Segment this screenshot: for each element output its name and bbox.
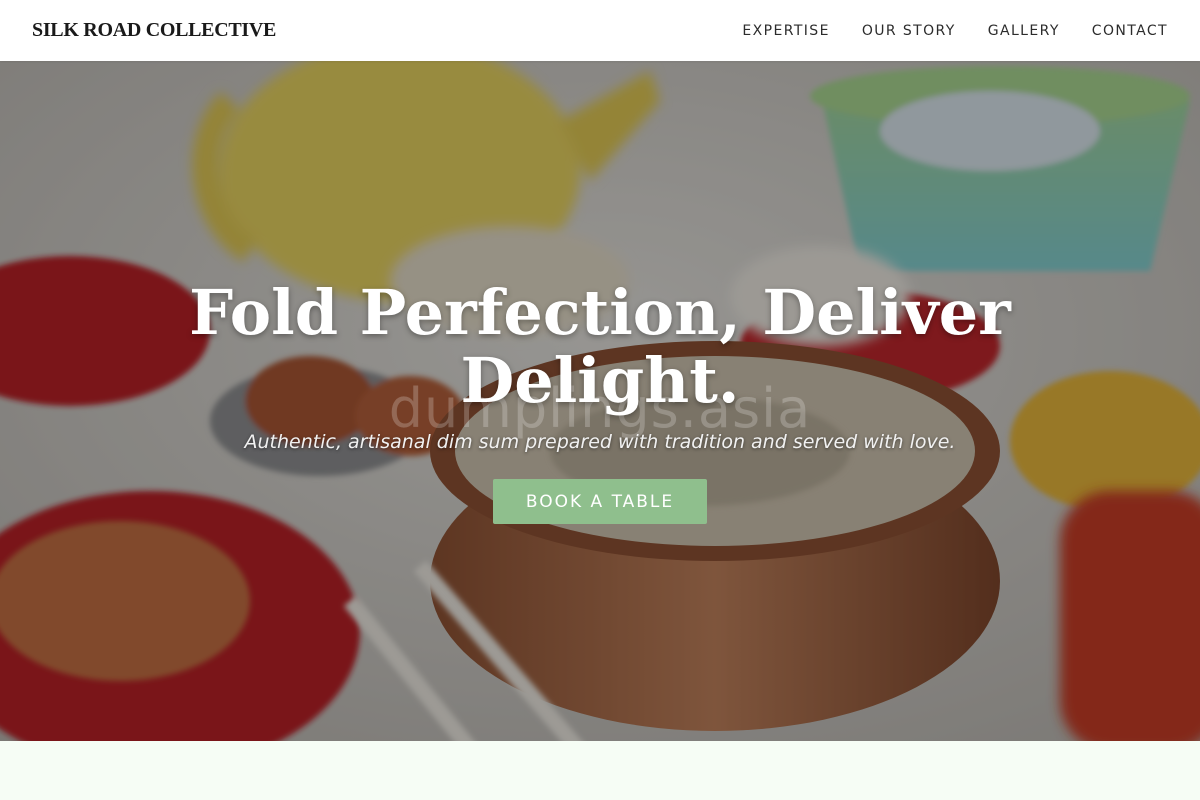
hero-subtitle: Authentic, artisanal dim sum prepared wi…	[244, 431, 956, 453]
nav-link-gallery[interactable]: GALLERY	[988, 23, 1060, 39]
book-table-button[interactable]: BOOK A TABLE	[493, 479, 707, 524]
brand-logo[interactable]: SILK ROAD COLLECTIVE	[32, 19, 276, 42]
next-section	[0, 741, 1200, 800]
nav-link-expertise[interactable]: EXPERTISE	[742, 23, 829, 39]
site-header: SILK ROAD COLLECTIVE EXPERTISE OUR STORY…	[0, 0, 1200, 61]
main-nav: EXPERTISE OUR STORY GALLERY CONTACT	[742, 23, 1168, 39]
hero-title: Fold Perfection, Deliver Delight.	[189, 276, 1011, 417]
hero-section: dumplings.asia Fold Perfection, Deliver …	[0, 61, 1200, 741]
nav-link-our-story[interactable]: OUR STORY	[862, 23, 956, 39]
nav-link-contact[interactable]: CONTACT	[1092, 23, 1168, 39]
hero-content: Fold Perfection, Deliver Delight. Authen…	[0, 61, 1200, 741]
